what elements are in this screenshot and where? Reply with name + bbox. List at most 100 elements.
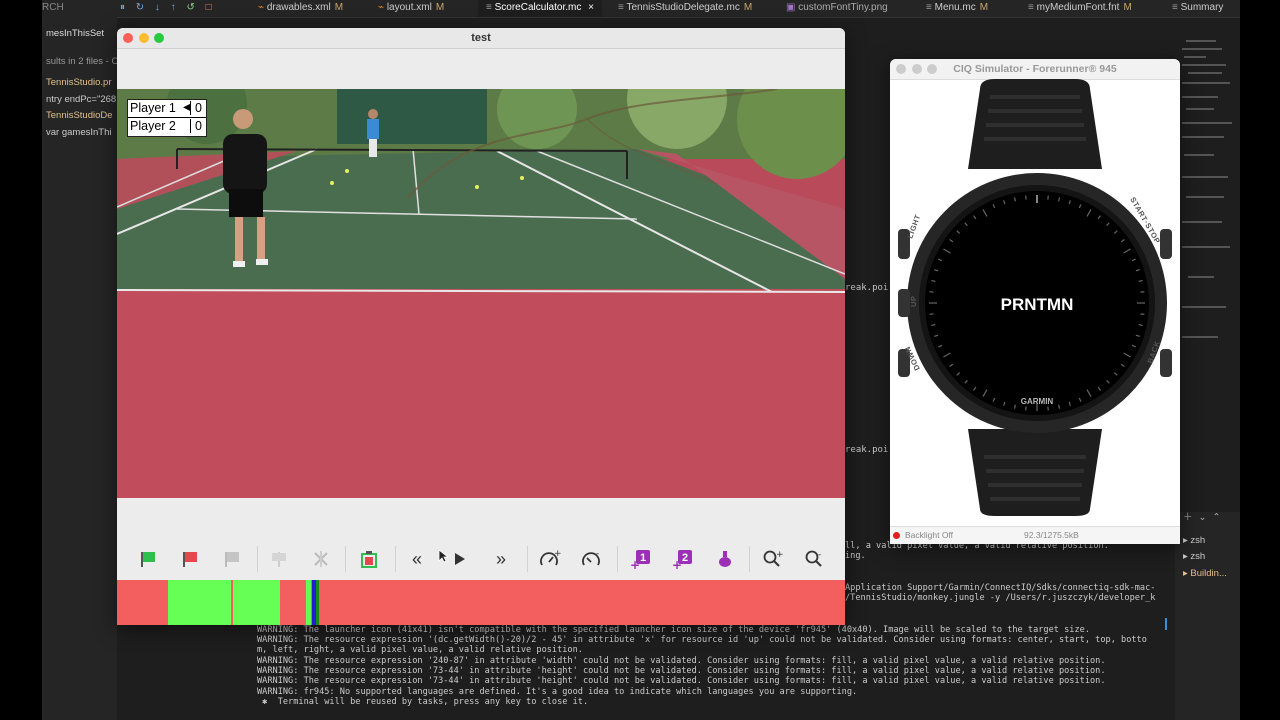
svg-text:LIGHT: LIGHT: [905, 213, 922, 240]
player1-point-icon[interactable]: 1 +: [629, 548, 653, 570]
tab-my-medium-font[interactable]: ≡ myMediumFont.fnt M: [1022, 0, 1138, 17]
fast-forward-icon[interactable]: »: [489, 548, 513, 570]
terminal-icon: ▸: [1183, 535, 1188, 546]
video-timeline[interactable]: [117, 580, 845, 625]
timeline-segment[interactable]: [168, 580, 231, 625]
terminal-line: WARNING: The resource expression '73-44'…: [257, 666, 1106, 676]
xml-icon: ⌁: [378, 2, 385, 13]
flag-red-icon[interactable]: [177, 548, 201, 570]
terminal-session[interactable]: ▸ zsh: [1183, 535, 1205, 546]
tab-score-calculator[interactable]: ≡ ScoreCalculator.mc ×: [478, 0, 602, 17]
flask-icon[interactable]: [713, 548, 737, 570]
screen-edge-left: [0, 0, 42, 720]
svg-text:UP: UP: [909, 296, 918, 307]
screen-edge-right: [1240, 0, 1280, 720]
toolbar-separator: [527, 546, 528, 572]
player-score: 0: [190, 101, 209, 115]
flag-remove-icon[interactable]: [267, 548, 291, 570]
image-icon: ▣: [786, 2, 796, 13]
search-term[interactable]: mesInThisSet: [46, 28, 104, 39]
editor-minimap[interactable]: [1178, 36, 1236, 506]
svg-text:-: -: [818, 550, 821, 560]
video-frame[interactable]: [117, 89, 845, 498]
svg-text:+: +: [630, 558, 640, 570]
ciq-simulator-window: CIQ Simulator - Forerunner® 945 LIGHT UP…: [890, 59, 1180, 544]
player-score: 0: [190, 119, 209, 133]
close-icon[interactable]: ×: [588, 2, 594, 13]
file-icon: ≡: [926, 2, 932, 13]
backlight-status-icon: [893, 532, 900, 539]
file-icon: ≡: [618, 2, 624, 13]
speed-up-icon[interactable]: +: [538, 548, 562, 570]
zoom-out-icon[interactable]: -: [803, 548, 827, 570]
terminal-line: WARNING: The resource expression '240-87…: [257, 656, 1106, 666]
tennis-court-video: [117, 89, 845, 498]
timeline-segment[interactable]: [233, 580, 280, 625]
play-icon[interactable]: [447, 548, 471, 570]
timeline-segment[interactable]: [306, 580, 311, 625]
svg-text:1: 1: [640, 552, 646, 564]
svg-text:+: +: [672, 558, 682, 570]
search-result-file[interactable]: TennisStudio.pr: [46, 77, 111, 88]
file-icon: ≡: [1028, 2, 1034, 13]
speed-down-icon[interactable]: -: [580, 548, 604, 570]
tab-custom-font-tiny[interactable]: ▣ customFontTiny.png: [780, 0, 894, 17]
simulator-title: CIQ Simulator - Forerunner® 945: [953, 63, 1117, 75]
terminal-icon: ▸: [1183, 568, 1188, 579]
editor-tab-bar: RCH ⏸ ↻ ↓ ↑ ↺ □ ⌁ drawables.xml M ⌁ layou…: [42, 0, 1240, 18]
debug-controls[interactable]: ⏸ ↻ ↓ ↑ ↺ □: [120, 0, 216, 17]
svg-text:+: +: [554, 549, 561, 559]
memory-usage: 92.3/1275.5kB: [1024, 530, 1079, 540]
svg-text:-: -: [596, 549, 599, 559]
forerunner-watch: LIGHT UP DOWN START·STOP BACK PRNTMN GAR…: [898, 79, 1172, 516]
terminal-icon: ▸: [1183, 551, 1188, 562]
backlight-status: Backlight Off: [905, 530, 954, 540]
search-result-match[interactable]: var gamesInThi: [46, 127, 111, 138]
trash-icon[interactable]: [357, 548, 381, 570]
tab-menu[interactable]: ≡ Menu.mc M: [920, 0, 994, 17]
terminal-line: Application Support/Garmin/ConnectIQ/Sdk…: [845, 583, 1156, 593]
flag-gray-icon[interactable]: [219, 548, 243, 570]
terminal-line: ✱ Terminal will be reused by tasks, pres…: [257, 697, 589, 707]
mouse-cursor-icon: [438, 549, 448, 563]
test-window: test Player 1 ◀ 0 Player 2 0 « » + - 1 +…: [117, 28, 845, 625]
simulator-status-bar: Backlight Off 92.3/1275.5kB: [890, 526, 1180, 544]
garmin-logo: GARMIN: [1021, 397, 1054, 406]
terminal-line: m, left, right, a valid pixel value, a v…: [257, 645, 583, 655]
start-stop-button-icon: [1160, 229, 1172, 259]
terminal-session-list: ＋⌄⌃ ▸ zsh ▸ zsh ▸ Buildin...: [1175, 512, 1240, 720]
player-name: Player 1: [130, 101, 176, 115]
zoom-in-icon[interactable]: +: [761, 548, 785, 570]
tab-layout[interactable]: ⌁ layout.xml M: [372, 0, 450, 17]
xml-icon: ⌁: [258, 2, 265, 13]
code-fragment: reak.poi: [845, 445, 889, 455]
terminal-line: WARNING: fr945: No supported languages a…: [257, 687, 858, 697]
timeline-segment[interactable]: [316, 580, 319, 625]
terminal-scrollbar[interactable]: [1165, 618, 1167, 630]
tab-summary[interactable]: ≡ Summary: [1166, 0, 1229, 17]
terminal-controls[interactable]: ＋⌄⌃: [1183, 509, 1226, 523]
code-fragment: reak.poi: [845, 283, 889, 293]
svg-text:2: 2: [682, 552, 688, 564]
scoreboard-row-player1: Player 1 ◀ 0: [128, 100, 206, 118]
svg-text:+: +: [776, 550, 784, 560]
search-results-summary: sults in 2 files - O: [46, 56, 119, 67]
player2-point-icon[interactable]: 2 +: [671, 548, 695, 570]
toolbar-separator: [749, 546, 750, 572]
timeline-segment[interactable]: [117, 580, 168, 625]
test-window-title: test: [471, 32, 491, 44]
terminal-session[interactable]: ▸ zsh: [1183, 551, 1205, 562]
search-label: RCH: [42, 2, 64, 13]
search-result-match[interactable]: ntry endPc="268: [46, 94, 116, 105]
flag-green-icon[interactable]: [135, 548, 159, 570]
terminal-session-active[interactable]: ▸ Buildin...: [1183, 568, 1227, 579]
tab-tennis-studio-delegate[interactable]: ≡ TennisStudioDelegate.mc M: [612, 0, 758, 17]
rewind-icon[interactable]: «: [405, 548, 429, 570]
flag-clear-icon[interactable]: [309, 548, 333, 570]
back-button-icon: [1160, 349, 1172, 377]
toolbar-separator: [345, 546, 346, 572]
toolbar-separator: [395, 546, 396, 572]
tab-drawables[interactable]: ⌁ drawables.xml M: [252, 0, 349, 17]
search-result-file[interactable]: TennisStudioDe: [46, 110, 113, 121]
scoreboard-row-player2: Player 2 0: [128, 118, 206, 135]
